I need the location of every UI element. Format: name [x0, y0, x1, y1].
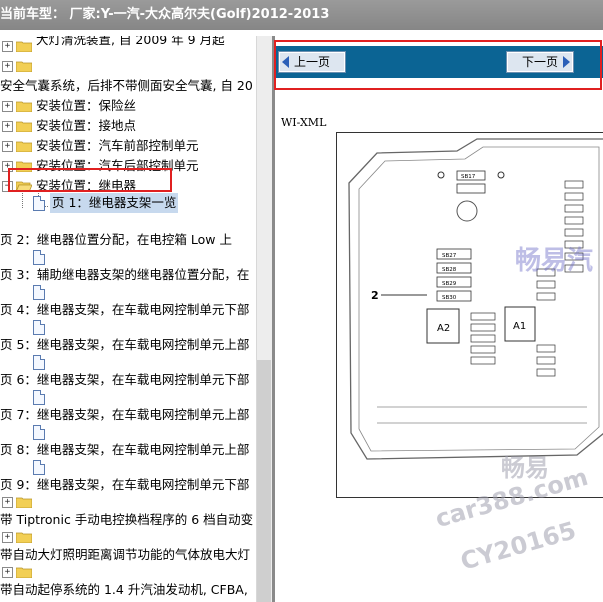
tree-item-label: 安装位置：接地点: [36, 118, 137, 133]
document-pane: 上一页 下一页 WI-XML SB17 SB27 SB28 SB29 SB30 …: [274, 36, 603, 602]
tree-item-label: 页 1：继电器支架一览: [50, 193, 179, 213]
tree-item-label: 页 4：继电器支架，在车载电网控制单元下部: [0, 302, 250, 317]
tree-item-label: 页 2：继电器位置分配，在电控箱 Low 上: [0, 232, 232, 247]
relay-carrier-diagram: SB17 SB27 SB28 SB29 SB30 A2 A1 2: [336, 132, 603, 498]
fuse-label: SB28: [442, 267, 457, 273]
relay-label: A2: [437, 323, 450, 334]
tree-item-label: 安装位置：保险丝: [36, 98, 137, 113]
fuse-label: SB17: [461, 174, 476, 180]
tree-item-label: 页 9：继电器支架，在车载电网控制单元下部: [0, 477, 250, 492]
folder-icon: [16, 61, 32, 72]
folder-icon: [16, 41, 32, 52]
expand-icon[interactable]: +: [2, 41, 13, 52]
expand-icon[interactable]: +: [2, 61, 13, 72]
highlight-box: [8, 168, 172, 192]
expand-icon[interactable]: +: [2, 101, 13, 112]
page-icon: [33, 460, 45, 475]
folder-icon: [16, 121, 32, 132]
folder-icon: [16, 497, 32, 508]
tree-item-label: 大灯清洗装置, 自 2009 年 9 月起: [36, 36, 225, 47]
fuse-label: SB27: [442, 253, 457, 259]
page-icon: [33, 320, 45, 335]
page-icon: [33, 390, 45, 405]
doc-heading: WI-XML: [281, 116, 327, 129]
relay-diagram-svg: SB17 SB27 SB28 SB29 SB30 A2 A1 2: [348, 138, 603, 460]
tree-panel[interactable]: + 大灯清洗装置, 自 2009 年 9 月起 + 安全气囊系统，后排不带侧面安…: [0, 36, 256, 602]
folder-icon: [16, 567, 32, 578]
page-icon: [33, 355, 45, 370]
tree-item-label: 页 6：继电器支架，在车载电网控制单元下部: [0, 372, 250, 387]
tree-item-label: 页 3：辅助继电器支架的继电器位置分配，在: [0, 267, 250, 282]
tree-item-label: 安全气囊系统，后排不带侧面安全气囊, 自 20: [0, 78, 253, 93]
tree-scrollbar-thumb[interactable]: [257, 360, 271, 602]
tree-item-label: 带自动起停系统的 1.4 升汽油发动机, CFBA,: [0, 582, 248, 597]
watermark: 畅易汽: [515, 246, 594, 276]
expand-icon[interactable]: +: [2, 121, 13, 132]
tree-item-label: 带自动大灯照明距离调节功能的气体放电大灯: [0, 547, 251, 562]
expand-icon[interactable]: +: [2, 532, 13, 543]
folder-icon: [16, 141, 32, 152]
tree-item-label: 页 7：继电器支架，在车载电网控制单元上部: [0, 407, 250, 422]
page-icon: [33, 196, 45, 211]
tree-item-label: 页 8：继电器支架，在车载电网控制单元上部: [0, 442, 250, 457]
highlight-box: [274, 40, 602, 90]
tree-item-label: 带 Tiptronic 手动电控换档程序的 6 档自动变: [0, 512, 254, 527]
page-icon: [33, 425, 45, 440]
callout-number: 2: [371, 289, 379, 302]
expand-icon[interactable]: +: [2, 567, 13, 578]
expand-icon[interactable]: +: [2, 497, 13, 508]
fuse-label: SB29: [442, 281, 457, 287]
folder-icon: [16, 101, 32, 112]
relay-label: A1: [513, 321, 526, 332]
tree-item-label: 安装位置：汽车前部控制单元: [36, 138, 199, 153]
window-title-bar: 当前车型： 厂家:Y-一汽-大众高尔夫(Golf)2012-2013: [0, 0, 603, 30]
page-icon: [33, 285, 45, 300]
folder-icon: [16, 532, 32, 543]
window-title: 当前车型： 厂家:Y-一汽-大众高尔夫(Golf)2012-2013: [0, 7, 330, 22]
watermark: CY20165: [457, 516, 580, 576]
expand-icon[interactable]: +: [2, 141, 13, 152]
page-icon: [33, 250, 45, 265]
fuse-label: SB30: [442, 295, 457, 301]
tree-item-label: 页 5：继电器支架，在车载电网控制单元上部: [0, 337, 250, 352]
